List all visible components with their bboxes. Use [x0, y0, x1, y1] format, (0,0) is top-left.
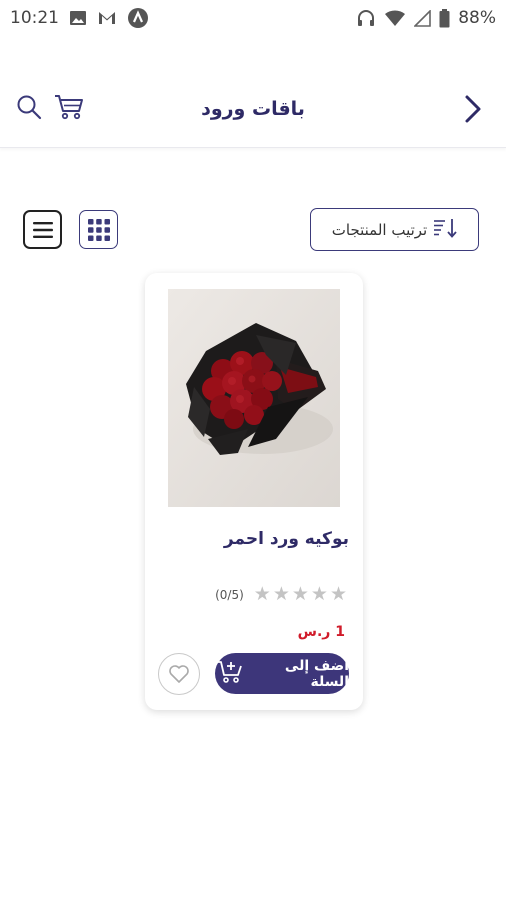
rating-row: (0/5) ★ ★ ★ ★ ★	[215, 585, 347, 604]
star-icon: ★	[310, 583, 328, 605]
rating-text: (0/5)	[215, 587, 244, 602]
gallery-icon	[69, 9, 87, 27]
product-price: 1 ر.س	[297, 624, 345, 640]
heart-icon	[169, 665, 189, 683]
wifi-icon	[384, 9, 406, 27]
sort-label: ترتيب المنتجات	[331, 220, 428, 239]
rating-stars: ★ ★ ★ ★ ★	[254, 585, 347, 604]
star-icon: ★	[272, 583, 290, 605]
wishlist-button[interactable]	[158, 653, 200, 695]
product-image[interactable]	[168, 289, 340, 507]
list-view-button[interactable]	[23, 210, 62, 249]
product-name[interactable]: بوكيه ورد احمر	[224, 529, 349, 549]
status-time: 10:21	[10, 8, 59, 28]
status-left: 10:21	[10, 7, 149, 29]
product-card[interactable]: بوكيه ورد احمر (0/5) ★ ★ ★ ★ ★ 1 ر.س أضف…	[145, 273, 363, 710]
list-view-icon	[32, 221, 53, 238]
battery-percentage: 88%	[458, 8, 496, 28]
battery-icon	[439, 8, 450, 28]
back-chevron-icon[interactable]	[464, 94, 482, 128]
app-notification-icon	[127, 7, 149, 29]
grid-view-icon	[87, 218, 110, 241]
sort-icon	[433, 218, 457, 242]
add-to-cart-button[interactable]: أضف إلى السلة	[215, 653, 349, 694]
signal-icon	[414, 9, 432, 27]
app-header: باقات ورود	[0, 72, 506, 148]
page-title: باقات ورود	[201, 98, 305, 120]
add-to-cart-label: أضف إلى السلة	[284, 657, 349, 690]
status-right: 88%	[356, 8, 496, 28]
star-icon: ★	[329, 583, 347, 605]
product-toolbar: ترتيب المنتجات	[0, 206, 506, 252]
star-icon: ★	[291, 583, 309, 605]
sort-products-button[interactable]: ترتيب المنتجات	[310, 208, 479, 251]
star-icon: ★	[253, 583, 271, 605]
status-bar: 10:21 88%	[0, 0, 506, 36]
headphones-icon	[356, 9, 376, 27]
grid-view-button[interactable]	[79, 210, 118, 249]
add-cart-icon	[215, 659, 243, 689]
gmail-icon	[97, 10, 117, 26]
